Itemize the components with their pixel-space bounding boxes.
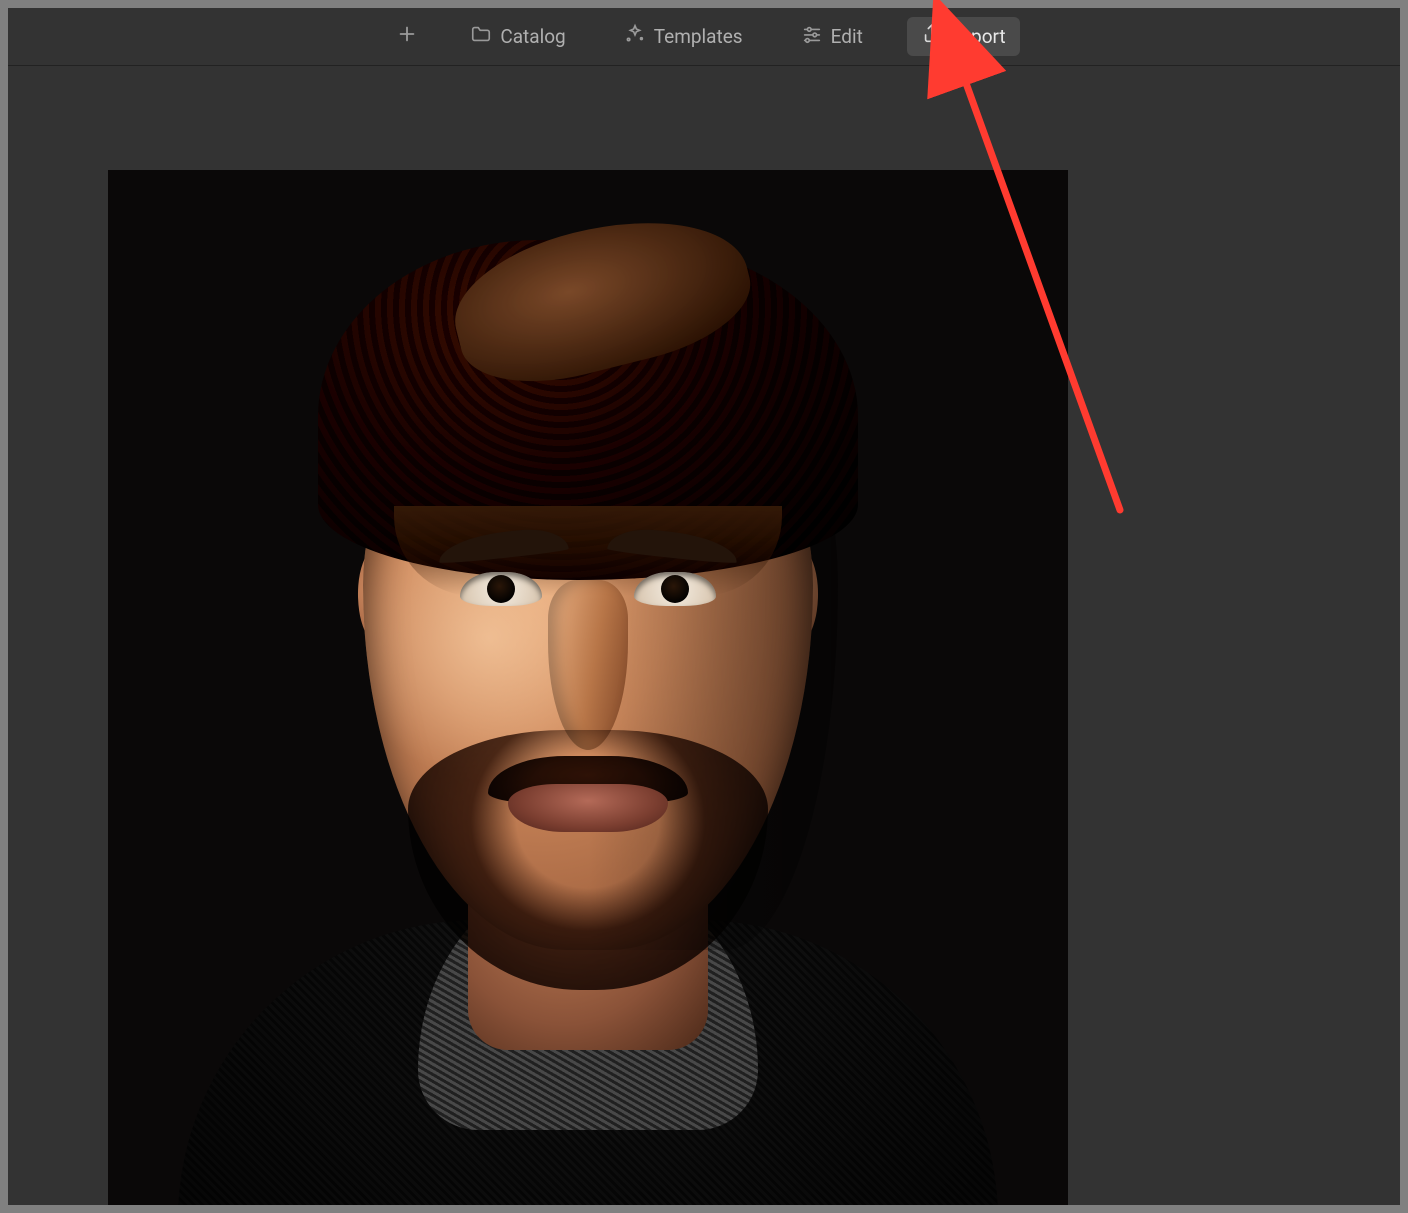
add-button[interactable] — [388, 17, 426, 56]
portrait-image — [108, 170, 1068, 1205]
catalog-button[interactable]: Catalog — [456, 17, 579, 56]
export-button[interactable]: Export — [907, 17, 1020, 56]
export-icon — [921, 23, 943, 50]
photo-preview[interactable] — [108, 170, 1068, 1205]
plus-icon — [396, 23, 418, 50]
sliders-icon — [801, 23, 823, 50]
edit-button[interactable]: Edit — [787, 17, 877, 56]
sparkle-icon — [624, 23, 646, 50]
edit-label: Edit — [831, 25, 863, 48]
canvas-area[interactable] — [8, 66, 1400, 1205]
templates-button[interactable]: Templates — [610, 17, 757, 56]
export-label: Export — [951, 25, 1006, 48]
templates-label: Templates — [654, 25, 743, 48]
catalog-label: Catalog — [500, 25, 565, 48]
main-toolbar: Catalog Templates Edit — [8, 8, 1400, 66]
folder-icon — [470, 23, 492, 50]
app-window: Catalog Templates Edit — [8, 8, 1400, 1205]
